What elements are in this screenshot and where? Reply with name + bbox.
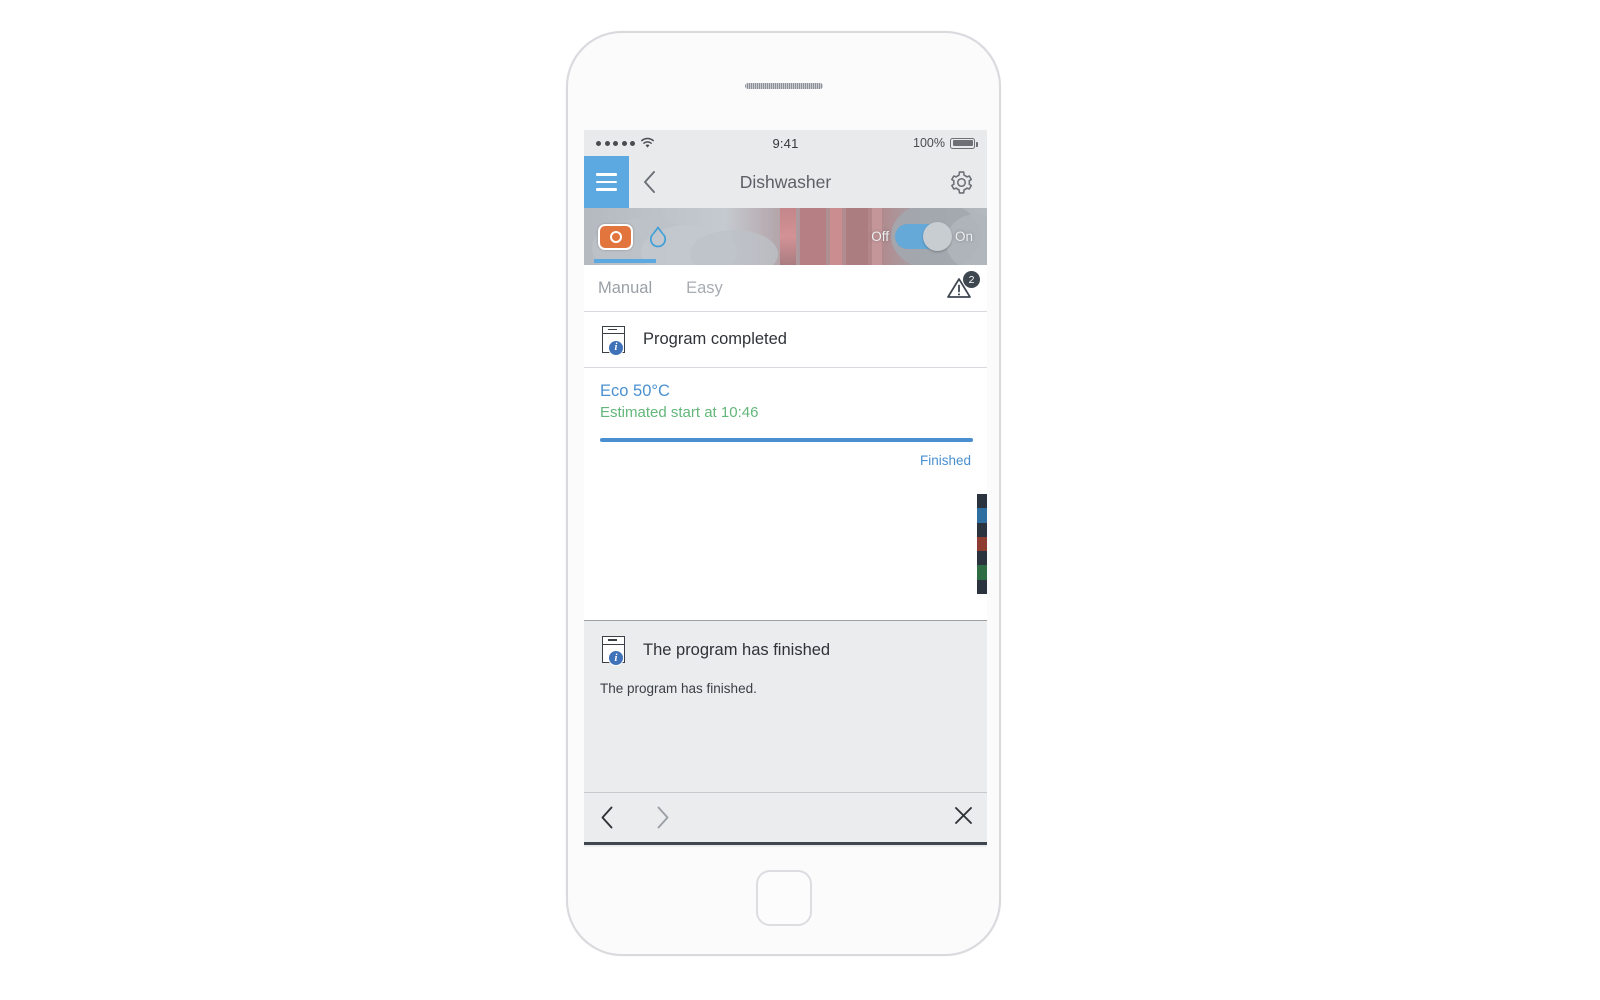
home-button[interactable]: [755, 870, 812, 926]
chevron-left-icon: [601, 806, 613, 829]
nav-bar: Dishwasher: [584, 156, 987, 208]
power-toggle[interactable]: [894, 222, 952, 251]
gear-icon: [950, 170, 972, 194]
message-close-button[interactable]: [954, 806, 973, 830]
message-nav-bar: [584, 792, 987, 842]
message-panel: i The program has finished The program h…: [584, 620, 987, 792]
close-x-icon: [955, 806, 972, 824]
tab-manual[interactable]: Manual: [593, 258, 657, 312]
program-estimate: Estimated start at 10:46: [600, 404, 759, 421]
tab-bar: Manual Easy 2: [584, 258, 987, 312]
back-button[interactable]: [629, 156, 669, 208]
app-screen: 9:41 100% Dishwasher Off On Manual Easy …: [584, 130, 987, 847]
hero-controls: Off On: [584, 208, 987, 265]
program-progress-bar: [600, 438, 973, 442]
warning-count-badge: 2: [963, 271, 980, 288]
dishwasher-program-icon[interactable]: [598, 223, 633, 250]
message-prev-button[interactable]: [600, 806, 614, 829]
water-drop-icon[interactable]: [647, 224, 669, 250]
status-bar-right: 100%: [913, 136, 978, 150]
message-title: The program has finished: [643, 640, 831, 659]
toggle-off-label: Off: [871, 229, 889, 244]
program-state-label: Finished: [919, 453, 971, 468]
hero-banner: Off On: [584, 208, 987, 265]
toggle-on-label: On: [954, 229, 973, 244]
program-status-label: Program completed: [643, 330, 787, 348]
led-status-strip: [977, 494, 987, 594]
toggle-knob[interactable]: [922, 222, 952, 251]
warnings-button[interactable]: 2: [946, 271, 980, 300]
message-header: i The program has finished: [600, 635, 973, 666]
status-bar: 9:41 100%: [584, 130, 987, 156]
phone-frame: 9:41 100% Dishwasher Off On Manual Easy …: [566, 31, 1001, 956]
tab-easy[interactable]: Easy: [686, 265, 723, 312]
dishwasher-info-icon: i: [600, 325, 627, 356]
content-spacer: [584, 468, 987, 620]
phone-speaker: [744, 83, 823, 89]
footer-strip: i: [584, 842, 987, 847]
program-block: Eco 50°C Estimated start at 10:46 Finish…: [584, 368, 987, 468]
program-status-row[interactable]: i Program completed: [584, 312, 987, 368]
battery-percent-label: 100%: [913, 136, 945, 150]
program-name: Eco 50°C: [600, 382, 670, 400]
message-body: The program has finished.: [600, 681, 757, 696]
battery-icon: [950, 137, 978, 149]
program-progress-fill: [600, 438, 973, 442]
dishwasher-info-icon: i: [600, 635, 627, 666]
hamburger-icon[interactable]: [584, 156, 629, 208]
chevron-right-icon: [657, 806, 669, 829]
chevron-left-icon: [643, 171, 655, 193]
power-toggle-group[interactable]: Off On: [871, 222, 973, 251]
message-next-button[interactable]: [656, 806, 670, 829]
settings-button[interactable]: [935, 156, 987, 208]
